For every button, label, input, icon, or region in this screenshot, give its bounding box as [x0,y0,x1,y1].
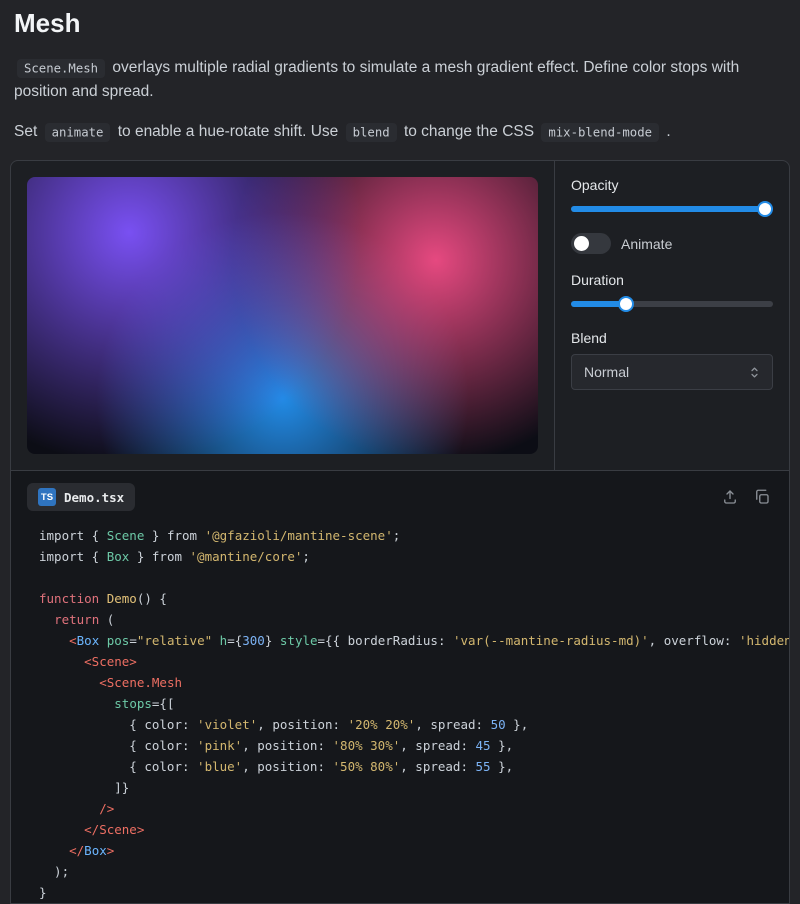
inline-code: mix-blend-mode [541,122,660,142]
intro-paragraph-1: Scene.Mesh overlays multiple radial grad… [14,58,740,100]
copy-code-button[interactable] [753,488,771,506]
blend-label: Blend [571,330,607,346]
slider-fill [571,301,622,307]
chevron-up-down-icon [747,365,762,380]
demo-card: Opacity Animate Duration Blend Normal TS… [10,160,790,904]
file-name: Demo.tsx [64,489,125,505]
animate-switch-label: Animate [621,235,673,252]
mesh-preview-wrap [11,161,554,470]
inline-code: blend [345,122,397,142]
slider-fill [571,206,773,212]
opacity-slider[interactable] [571,201,773,217]
inline-code: animate [44,122,111,142]
export-code-button[interactable] [721,488,739,506]
animate-switch[interactable] [571,233,611,254]
opacity-label: Opacity [571,177,619,193]
slider-thumb[interactable] [617,296,634,312]
inline-code: Scene.Mesh [17,58,106,78]
slider-thumb[interactable] [757,201,773,217]
duration-slider[interactable] [571,296,773,312]
demo-area: Opacity Animate Duration Blend Normal [11,161,789,471]
blend-select-value: Normal [584,364,630,380]
file-tab: TS Demo.tsx [27,483,136,511]
duration-label: Duration [571,272,624,288]
switch-knob [574,236,589,251]
blend-select[interactable]: Normal [571,354,773,390]
typescript-icon: TS [38,488,56,506]
page-title: Mesh [14,8,81,38]
code-section: TS Demo.tsx import { Scene } from '@gfaz… [11,471,789,903]
intro-paragraph-2: Set animate to enable a hue-rotate shift… [14,122,671,142]
demo-controls-panel: Opacity Animate Duration Blend Normal [554,161,789,470]
mesh-preview [27,177,538,454]
code-lines: import { Scene } from '@gfazioli/mantine… [39,528,789,900]
